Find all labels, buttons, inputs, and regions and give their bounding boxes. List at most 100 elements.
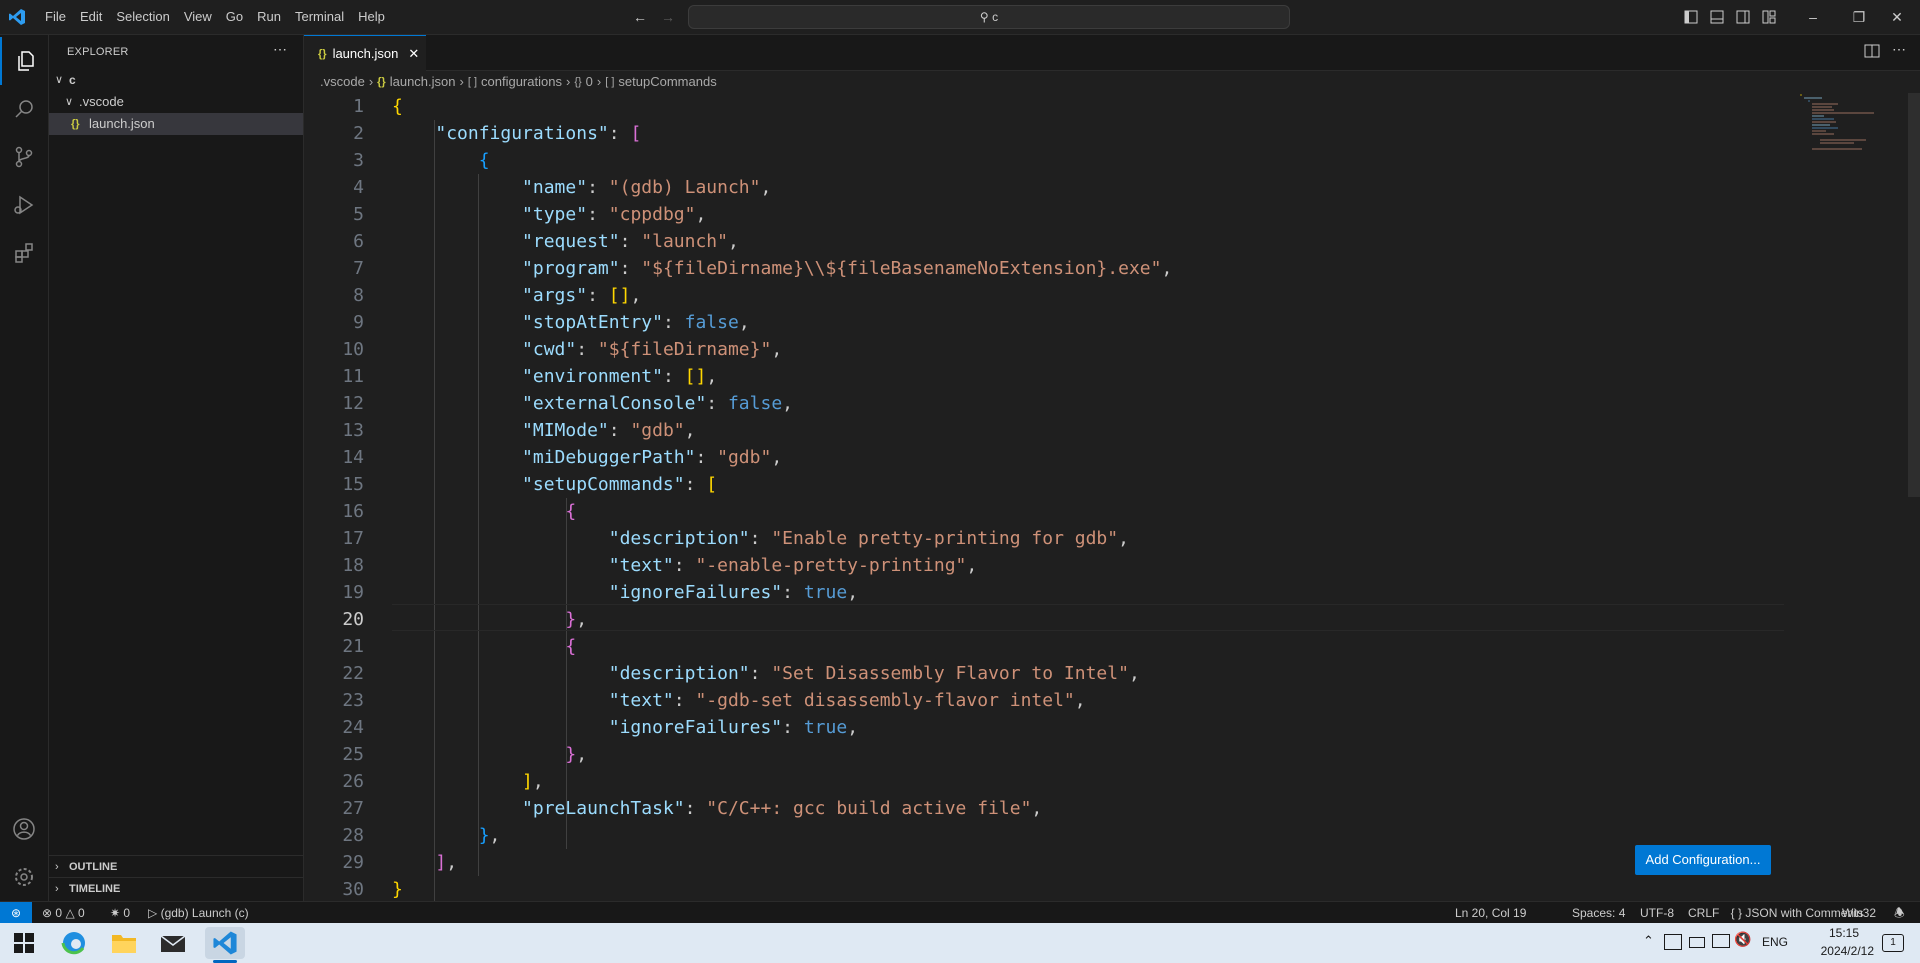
forward-arrow-icon[interactable]: → (653, 0, 683, 34)
ports-indicator[interactable]: ✷ 0 (110, 902, 130, 924)
code-line: 14 "miDebuggerPath": "gdb", (304, 444, 1784, 471)
network-icon[interactable] (1712, 934, 1730, 948)
menu-run[interactable]: Run (250, 0, 288, 34)
indentation[interactable]: Spaces: 4 (1572, 902, 1625, 924)
code-editor[interactable]: 1{2 "configurations": [3 {4 "name": "(gd… (304, 93, 1920, 903)
line-number: 8 (353, 285, 364, 306)
code-line: 8 "args": [], (304, 282, 1784, 309)
breadcrumb-file[interactable]: launch.json (390, 71, 456, 93)
array-icon: [ ] (605, 76, 615, 88)
line-number: 20 (342, 609, 364, 630)
menu-go[interactable]: Go (219, 0, 250, 34)
code-text: "description": "Enable pretty-printing f… (608, 528, 1129, 549)
code-line: 7 "program": "${fileDirname}\\${fileBase… (304, 255, 1784, 282)
settings-gear-icon[interactable] (0, 853, 48, 901)
file-explorer-icon[interactable] (108, 927, 140, 959)
edge-browser-icon[interactable] (58, 927, 90, 959)
more-actions-icon[interactable]: ⋯ (273, 41, 287, 58)
tab-label: launch.json (332, 46, 399, 61)
file-launch-json-label: launch.json (89, 116, 155, 131)
menu-edit[interactable]: Edit (73, 0, 109, 34)
code-line: 20 }, (304, 606, 1784, 633)
customize-layout-icon[interactable] (1754, 0, 1784, 34)
input-language[interactable]: ENG (1762, 935, 1788, 949)
menu-help[interactable]: Help (351, 0, 392, 34)
breadcrumb-configurations[interactable]: configurations (481, 71, 562, 93)
menu-terminal[interactable]: Terminal (288, 0, 351, 34)
split-editor-icon[interactable] (1864, 43, 1880, 64)
run-debug-icon[interactable] (0, 181, 48, 229)
minimize-icon[interactable]: – (1790, 0, 1836, 34)
close-icon[interactable]: ✕ (408, 46, 419, 62)
problems-indicator[interactable]: ⊗ 0 △ 0 (42, 902, 85, 924)
search-view-icon[interactable] (0, 85, 48, 133)
minimap[interactable] (1794, 93, 1894, 153)
remote-icon: ⊛ (10, 906, 22, 920)
debug-config-indicator[interactable]: ▷ (gdb) Launch (c) (148, 902, 249, 924)
menu-selection[interactable]: Selection (109, 0, 176, 34)
tray-app-icon[interactable] (1664, 934, 1682, 950)
code-line: 27 "preLaunchTask": "C/C++: gcc build ac… (304, 795, 1784, 822)
add-configuration-button[interactable]: Add Configuration... (1635, 845, 1771, 875)
line-number: 3 (353, 150, 364, 171)
volume-muted-icon[interactable]: 🔇 (1734, 931, 1751, 948)
platform[interactable]: Win32 (1842, 902, 1876, 924)
chevron-right-icon: › (459, 74, 464, 89)
account-icon[interactable] (0, 805, 48, 853)
notifications-bell-icon[interactable]: 🕭 (1894, 902, 1905, 924)
language-mode[interactable]: { } JSON with Comments (1694, 902, 1864, 924)
clock-date[interactable]: 2024/2/12 (1794, 944, 1874, 958)
remote-indicator[interactable]: ⊛ (0, 902, 32, 924)
folder-vscode[interactable]: ∨ .vscode (49, 91, 303, 113)
encoding[interactable]: UTF-8 (1640, 902, 1674, 924)
line-number: 24 (342, 717, 364, 738)
breadcrumb-index[interactable]: 0 (586, 71, 593, 93)
folder-vscode-label: .vscode (79, 94, 124, 109)
file-launch-json[interactable]: {} launch.json (49, 113, 303, 135)
editor-more-icon[interactable]: ⋯ (1892, 41, 1906, 58)
source-control-icon[interactable] (0, 133, 48, 181)
breadcrumb-setupcommands[interactable]: setupCommands (618, 71, 716, 93)
explorer-icon[interactable] (0, 37, 50, 85)
windows-start-icon[interactable] (8, 927, 40, 959)
code-line: 29 ], (304, 849, 1784, 876)
back-arrow-icon[interactable]: ← (625, 0, 655, 34)
code-text: { (392, 96, 403, 117)
breadcrumb-folder[interactable]: .vscode (320, 71, 365, 93)
line-number: 17 (342, 528, 364, 549)
chevron-up-icon[interactable]: ⌃ (1643, 933, 1654, 949)
notification-center-icon[interactable]: 1 (1882, 934, 1904, 952)
clock-time[interactable]: 15:15 (1814, 926, 1874, 940)
json-file-icon: {} (71, 118, 80, 130)
warning-icon: △ (65, 906, 75, 920)
code-text: "configurations": [ (435, 123, 642, 144)
error-count: 0 (55, 906, 63, 920)
tab-launch-json[interactable]: {} launch.json ✕ (304, 35, 426, 71)
line-number: 18 (342, 555, 364, 576)
code-line: 28 }, (304, 822, 1784, 849)
ports-count: 0 (123, 906, 131, 920)
command-center-search[interactable]: ⚲ c (688, 5, 1290, 29)
menu-view[interactable]: View (177, 0, 219, 34)
code-line: 2 "configurations": [ (304, 120, 1784, 147)
chevron-right-icon: › (368, 74, 374, 89)
close-window-icon[interactable]: ✕ (1874, 0, 1920, 34)
mail-icon[interactable] (157, 927, 189, 959)
extensions-icon[interactable] (0, 229, 48, 277)
vscode-taskbar-icon[interactable] (205, 927, 245, 959)
vertical-scrollbar[interactable] (1908, 93, 1920, 497)
title-bar: File Edit Selection View Go Run Terminal… (0, 0, 1920, 35)
editor-tabs: {} launch.json ✕ ⋯ (304, 35, 1920, 71)
cursor-position[interactable]: Ln 20, Col 19 (1455, 902, 1526, 924)
folder-root[interactable]: ∨ c (49, 69, 303, 91)
windows-taskbar: ⌃ 🔇 ENG 15:15 2024/2/12 1 (0, 923, 1920, 963)
line-number: 30 (342, 879, 364, 900)
code-line: 18 "text": "-enable-pretty-printing", (304, 552, 1784, 579)
status-bar: ⊛ ⊗ 0 △ 0 ✷ 0 ▷ (gdb) Launch (c) Ln 20, … (0, 901, 1920, 924)
battery-icon[interactable] (1689, 937, 1705, 948)
timeline-section[interactable]: › TIMELINE (49, 877, 303, 900)
outline-section[interactable]: › OUTLINE (49, 855, 303, 878)
debug-config-label: (gdb) Launch (c) (160, 906, 249, 920)
breadcrumb: .vscode › {} launch.json › [ ] configura… (304, 71, 1920, 93)
menu-file[interactable]: File (38, 0, 73, 34)
